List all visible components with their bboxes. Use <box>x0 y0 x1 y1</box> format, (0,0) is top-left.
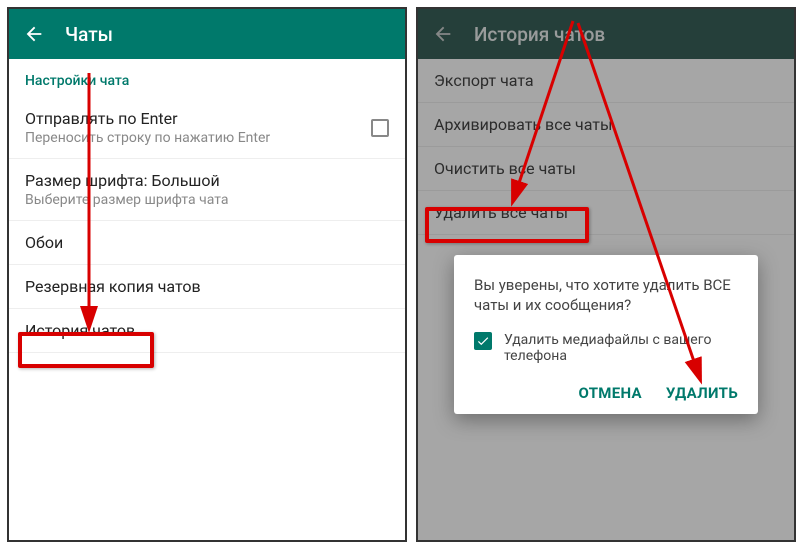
setting-title: Размер шрифта: Большой <box>25 171 389 190</box>
header-title: Чаты <box>65 23 113 46</box>
dialog-message: Вы уверены, что хотите удалить ВСЕ чаты … <box>474 275 738 316</box>
item-title: Архивировать все чаты <box>434 115 778 134</box>
setting-title: Отправлять по Enter <box>25 109 359 128</box>
item-title: Очистить все чаты <box>434 159 778 178</box>
check-icon <box>476 334 490 348</box>
setting-title: Резервная копия чатов <box>25 277 389 296</box>
setting-title: История чатов <box>25 321 389 340</box>
setting-subtitle: Переносить строку по нажатию Enter <box>25 130 359 146</box>
dialog-checkbox-label: Удалить медиафайлы с вашего телефона <box>504 332 738 364</box>
setting-font-size[interactable]: Размер шрифта: Большой Выберите размер ш… <box>9 159 405 220</box>
dialog-cancel-button[interactable]: ОТМЕНА <box>579 384 642 402</box>
arrow-back-icon <box>23 23 45 45</box>
back-button[interactable] <box>21 21 47 47</box>
dialog-confirm-button[interactable]: УДАЛИТЬ <box>666 384 738 402</box>
section-label: Настройки чата <box>9 59 405 97</box>
setting-subtitle: Выберите размер шрифта чата <box>25 192 389 208</box>
setting-backup[interactable]: Резервная копия чатов <box>9 265 405 308</box>
chat-history-screen: История чатов Экспорт чата Архивировать … <box>416 7 796 542</box>
header-bar: Чаты <box>9 9 405 59</box>
arrow-back-icon <box>432 23 454 45</box>
history-archive-all[interactable]: Архивировать все чаты <box>418 103 794 146</box>
history-clear-all[interactable]: Очистить все чаты <box>418 147 794 190</box>
checkbox-checked[interactable] <box>474 332 492 350</box>
confirm-delete-dialog: Вы уверены, что хотите удалить ВСЕ чаты … <box>454 255 758 414</box>
item-title: Удалить все чаты <box>434 203 778 222</box>
setting-title: Обои <box>25 233 389 252</box>
chats-settings-screen: Чаты Настройки чата Отправлять по Enter … <box>7 7 407 542</box>
divider <box>418 234 794 235</box>
dialog-checkbox-row[interactable]: Удалить медиафайлы с вашего телефона <box>474 332 738 364</box>
history-delete-all[interactable]: Удалить все чаты <box>418 191 794 234</box>
setting-chat-history[interactable]: История чатов <box>9 309 405 352</box>
setting-send-by-enter[interactable]: Отправлять по Enter Переносить строку по… <box>9 97 405 158</box>
item-title: Экспорт чата <box>434 71 778 90</box>
history-export[interactable]: Экспорт чата <box>418 59 794 102</box>
back-button[interactable] <box>430 21 456 47</box>
divider <box>9 352 405 353</box>
header-bar: История чатов <box>418 9 794 59</box>
header-title: История чатов <box>474 23 605 46</box>
checkbox-unchecked[interactable] <box>371 119 389 137</box>
setting-wallpaper[interactable]: Обои <box>9 221 405 264</box>
